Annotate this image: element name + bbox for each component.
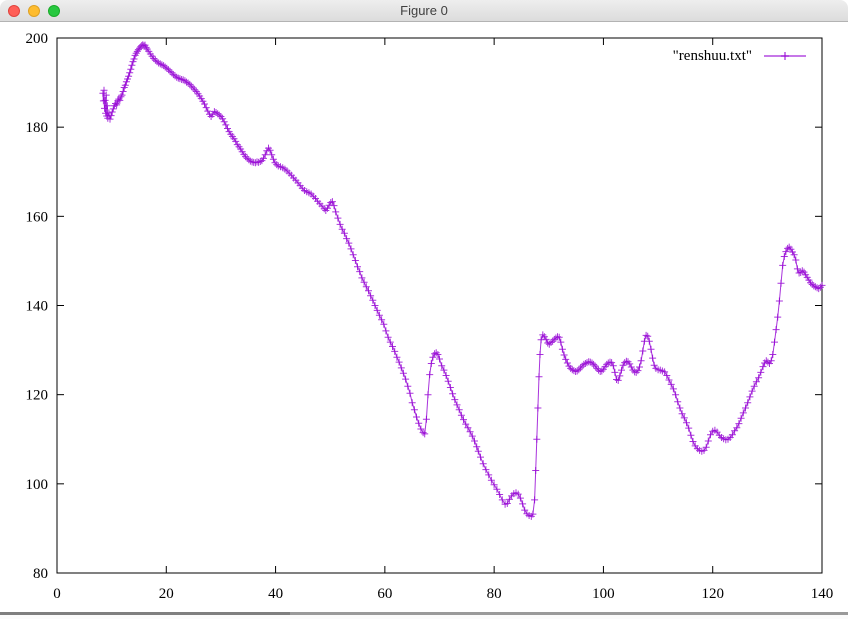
x-tick-label: 40 xyxy=(268,586,283,602)
y-tick-label: 160 xyxy=(26,209,49,225)
x-tick-label: 20 xyxy=(159,586,174,602)
y-tick-label: 120 xyxy=(26,388,49,404)
gnuplot-window: Figure 0 0 20 40 60 80 100 120 140 80 100 120 140 16… xyxy=(0,0,848,619)
y-tick-label: 100 xyxy=(26,477,49,493)
plot-border xyxy=(57,38,822,573)
plot-content: 0 20 40 60 80 100 120 140 80 100 120 140 160 180 200 "… xyxy=(0,22,848,619)
x-tick-label: 100 xyxy=(592,586,615,602)
legend-label: "renshuu.txt" xyxy=(673,48,752,65)
y-tick-label: 140 xyxy=(26,299,49,315)
y-tick-label: 180 xyxy=(26,120,49,136)
window-title: Figure 0 xyxy=(0,0,848,22)
legend-line-sample xyxy=(762,50,808,62)
x-tick-label: 120 xyxy=(701,586,724,602)
y-tick-label: 200 xyxy=(26,31,49,47)
chart-canvas: 0 20 40 60 80 100 120 140 80 100 120 140 160 180 200 xyxy=(0,22,848,612)
x-tick-label: 140 xyxy=(811,586,834,602)
x-tick-label: 60 xyxy=(377,586,392,602)
desktop-background xyxy=(0,615,848,619)
chart-legend: "renshuu.txt" xyxy=(673,48,808,64)
y-tick-label: 80 xyxy=(33,566,48,582)
x-tick-label: 80 xyxy=(487,586,502,602)
window-titlebar[interactable]: Figure 0 xyxy=(0,0,848,22)
x-tick-label: 0 xyxy=(53,586,61,602)
